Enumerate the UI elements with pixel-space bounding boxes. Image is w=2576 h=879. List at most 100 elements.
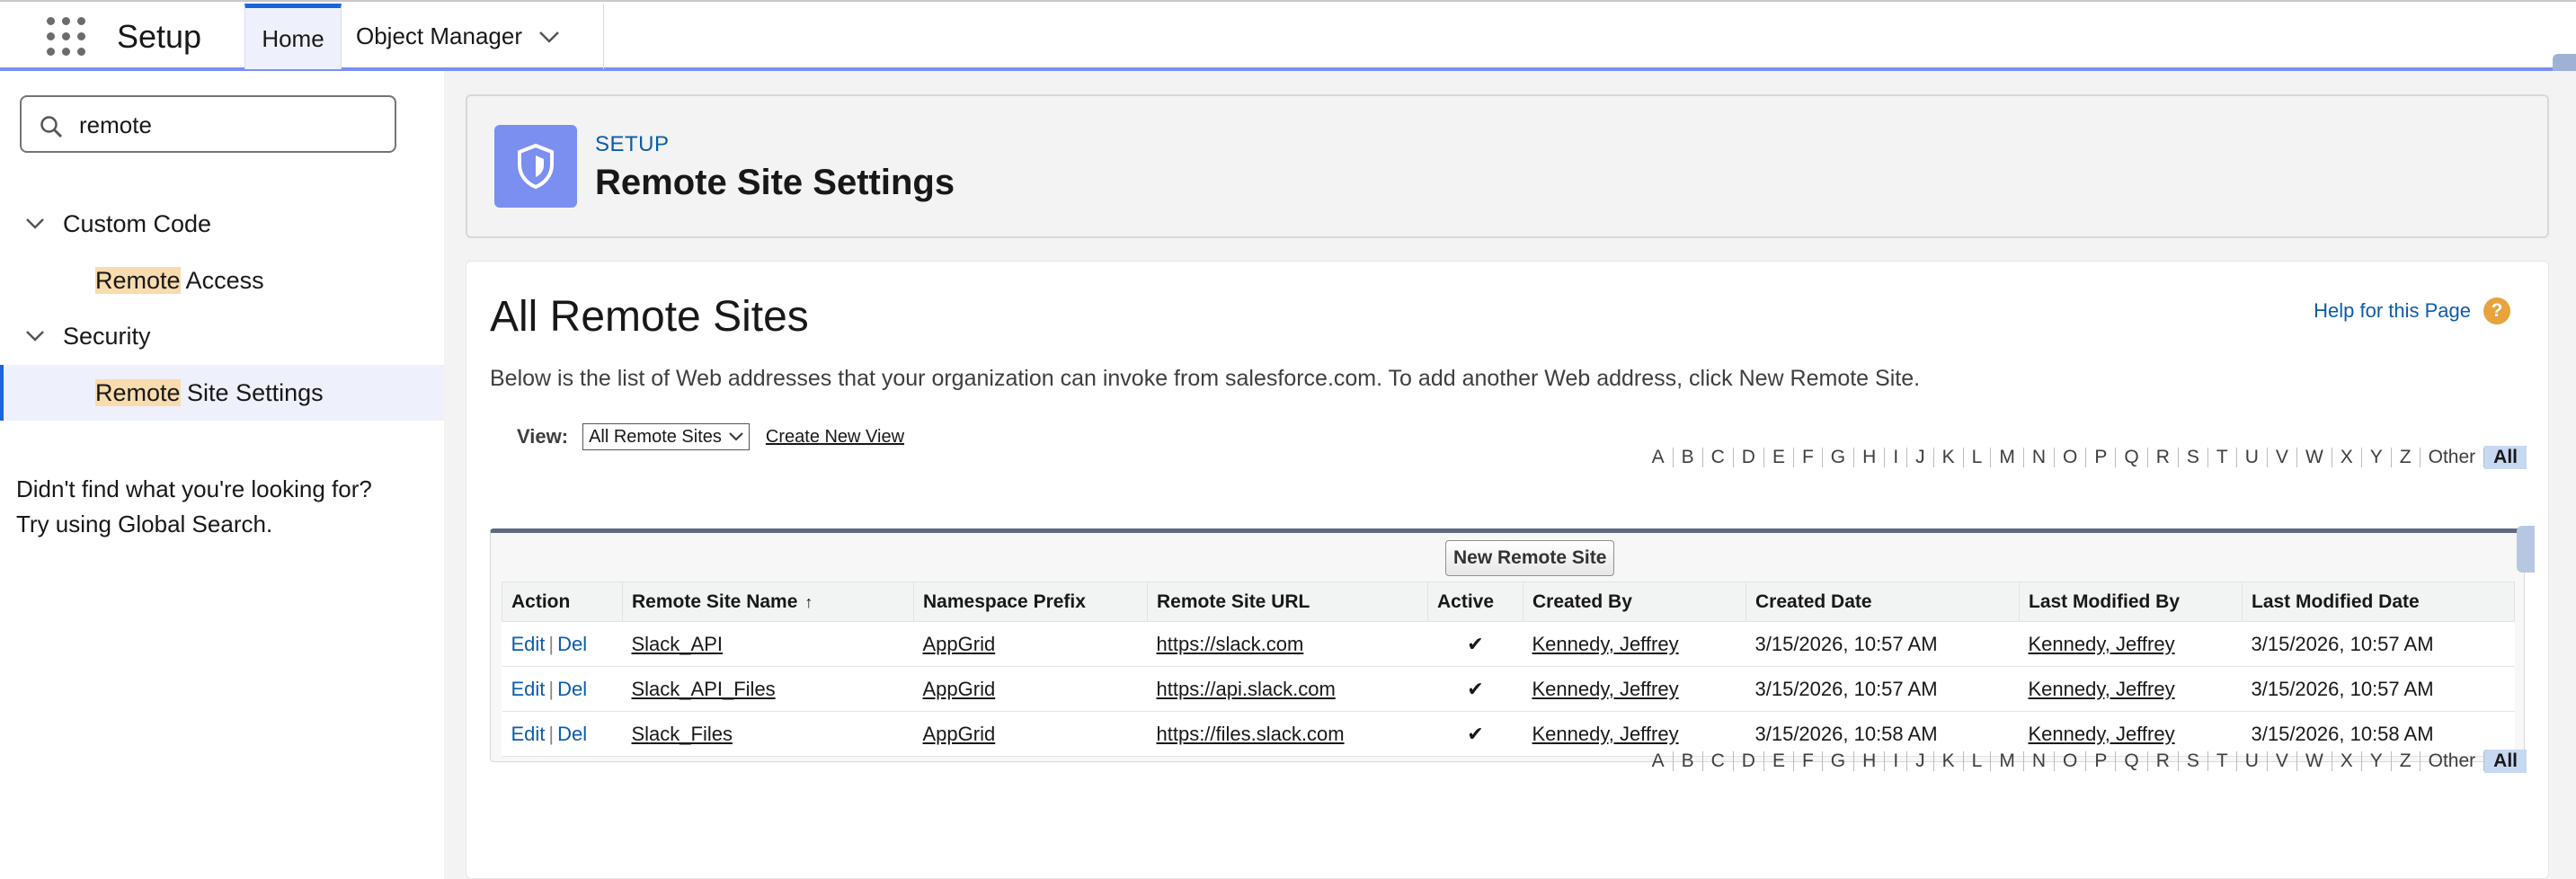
last-modified-by-link[interactable]: Kennedy, Jeffrey [2029,633,2175,655]
alphabet-filter-l[interactable]: L [1964,751,1992,771]
sidebar-item-remote-access[interactable]: Remote Access [0,253,444,308]
alphabet-filter-o[interactable]: O [2055,751,2087,771]
alphabet-filter-all[interactable]: All [2484,750,2527,773]
alphabet-filter-q[interactable]: Q [2116,448,2148,467]
remote-site-url-link[interactable]: https://slack.com [1157,633,1304,655]
alphabet-filter-j[interactable]: J [1907,448,1934,467]
namespace-prefix-link[interactable]: AppGrid [923,678,996,700]
alphabet-filter-c[interactable]: C [1703,751,1734,771]
alphabet-filter-d[interactable]: D [1734,751,1764,771]
alphabet-filter-u[interactable]: U [2237,448,2268,467]
alphabet-filter-w[interactable]: W [2297,448,2332,467]
alphabet-filter-y[interactable]: Y [2362,448,2392,467]
remote-site-name-link[interactable]: Slack_Files [632,723,733,745]
tab-home[interactable]: Home [244,4,342,69]
alphabet-filter-w[interactable]: W [2297,751,2332,771]
column-header-namespace-prefix[interactable]: Namespace Prefix [913,582,1148,622]
alphabet-filter-x[interactable]: X [2332,751,2362,771]
chevron-down-icon[interactable] [25,330,45,342]
remote-site-url-link[interactable]: https://api.slack.com [1157,678,1336,700]
alphabet-filter-f[interactable]: F [1794,751,1823,771]
alphabet-filter-m[interactable]: M [1991,751,2024,771]
alphabet-filter-all[interactable]: All [2484,446,2527,469]
alphabet-filter-o[interactable]: O [2055,448,2087,467]
alphabet-filter-t[interactable]: T [2208,448,2237,467]
delete-link[interactable]: Del [557,633,587,655]
namespace-prefix-link[interactable]: AppGrid [923,633,996,655]
tree-group-custom-code[interactable]: Custom Code [0,199,444,249]
alphabet-filter-a[interactable]: A [1644,751,1674,771]
created-by-link[interactable]: Kennedy, Jeffrey [1532,678,1679,700]
alphabet-filter-z[interactable]: Z [2392,751,2421,771]
column-header-remote-site-url[interactable]: Remote Site URL [1147,582,1428,622]
app-launcher-icon[interactable] [47,17,86,57]
alphabet-filter-n[interactable]: N [2024,448,2056,467]
alphabet-filter-f[interactable]: F [1794,448,1823,467]
alphabet-filter-p[interactable]: P [2086,448,2117,467]
created-by-link[interactable]: Kennedy, Jeffrey [1532,633,1679,655]
column-header-active[interactable]: Active [1427,582,1523,622]
namespace-prefix-link[interactable]: AppGrid [923,723,996,745]
alphabet-filter-a[interactable]: A [1644,448,1674,467]
help-link[interactable]: Help for this Page ? [2314,297,2510,324]
column-header-created-by[interactable]: Created By [1523,582,1746,622]
alphabet-filter-b[interactable]: B [1674,751,1703,771]
created-by-link[interactable]: Kennedy, Jeffrey [1532,723,1679,745]
alphabet-filter-g[interactable]: G [1823,448,1855,467]
delete-link[interactable]: Del [557,723,587,745]
alphabet-filter-v[interactable]: V [2268,448,2297,467]
column-header-created-date[interactable]: Created Date [1745,582,2020,622]
new-remote-site-button[interactable]: New Remote Site [1445,540,1615,576]
remote-site-name-link[interactable]: Slack_API [632,633,724,655]
alphabet-filter-g[interactable]: G [1823,751,1855,771]
alphabet-filter-t[interactable]: T [2208,751,2237,771]
alphabet-filter-v[interactable]: V [2268,751,2297,771]
alphabet-filter-other[interactable]: Other [2421,448,2485,467]
create-new-view-link[interactable]: Create New View [766,427,904,448]
chevron-down-icon[interactable] [538,30,560,44]
tree-group-security[interactable]: Security [0,311,444,361]
last-modified-by-link[interactable]: Kennedy, Jeffrey [2029,678,2175,700]
alphabet-filter-r[interactable]: R [2148,751,2179,771]
alphabet-filter-m[interactable]: M [1991,448,2024,467]
alphabet-filter-k[interactable]: K [1934,448,1964,467]
tab-object-manager[interactable]: Object Manager [342,4,604,69]
alphabet-filter-u[interactable]: U [2237,751,2268,771]
chevron-down-icon[interactable] [25,218,45,230]
alphabet-filter-n[interactable]: N [2024,751,2056,771]
alphabet-filter-h[interactable]: H [1854,751,1886,771]
alphabet-filter-x[interactable]: X [2332,448,2362,467]
alphabet-filter-other[interactable]: Other [2421,751,2485,771]
alphabet-filter-i[interactable]: I [1885,448,1908,467]
alphabet-filter-l[interactable]: L [1964,448,1992,467]
alphabet-filter-r[interactable]: R [2148,448,2179,467]
alphabet-filter-j[interactable]: J [1907,751,1934,771]
alphabet-filter-b[interactable]: B [1674,448,1703,467]
alphabet-filter-z[interactable]: Z [2392,448,2421,467]
alphabet-filter-d[interactable]: D [1734,448,1764,467]
column-header-remote-site-name[interactable]: Remote Site Name ↑ [622,582,914,622]
alphabet-filter-p[interactable]: P [2086,751,2117,771]
panel-resize-handle[interactable] [2517,526,2535,573]
edit-link[interactable]: Edit [511,678,546,700]
quick-find-input[interactable] [79,108,385,142]
column-header-last-modified-by[interactable]: Last Modified By [2019,582,2243,622]
alphabet-filter-e[interactable]: E [1764,448,1794,467]
quick-find-box[interactable] [20,95,396,153]
remote-site-name-link[interactable]: Slack_API_Files [632,678,776,700]
alphabet-filter-k[interactable]: K [1934,751,1964,771]
edit-link[interactable]: Edit [511,723,546,745]
column-header-last-modified-date[interactable]: Last Modified Date [2242,582,2515,622]
alphabet-filter-i[interactable]: I [1885,751,1908,771]
last-modified-by-link[interactable]: Kennedy, Jeffrey [2029,723,2175,745]
alphabet-filter-s[interactable]: S [2179,448,2208,467]
alphabet-filter-c[interactable]: C [1703,448,1734,467]
delete-link[interactable]: Del [557,678,587,700]
alphabet-filter-y[interactable]: Y [2362,751,2392,771]
remote-site-url-link[interactable]: https://files.slack.com [1157,723,1345,745]
edit-link[interactable]: Edit [511,633,546,655]
alphabet-filter-q[interactable]: Q [2116,751,2148,771]
sidebar-item-remote-site-settings[interactable]: Remote Site Settings [0,365,444,421]
alphabet-filter-e[interactable]: E [1764,751,1794,771]
alphabet-filter-h[interactable]: H [1854,448,1886,467]
